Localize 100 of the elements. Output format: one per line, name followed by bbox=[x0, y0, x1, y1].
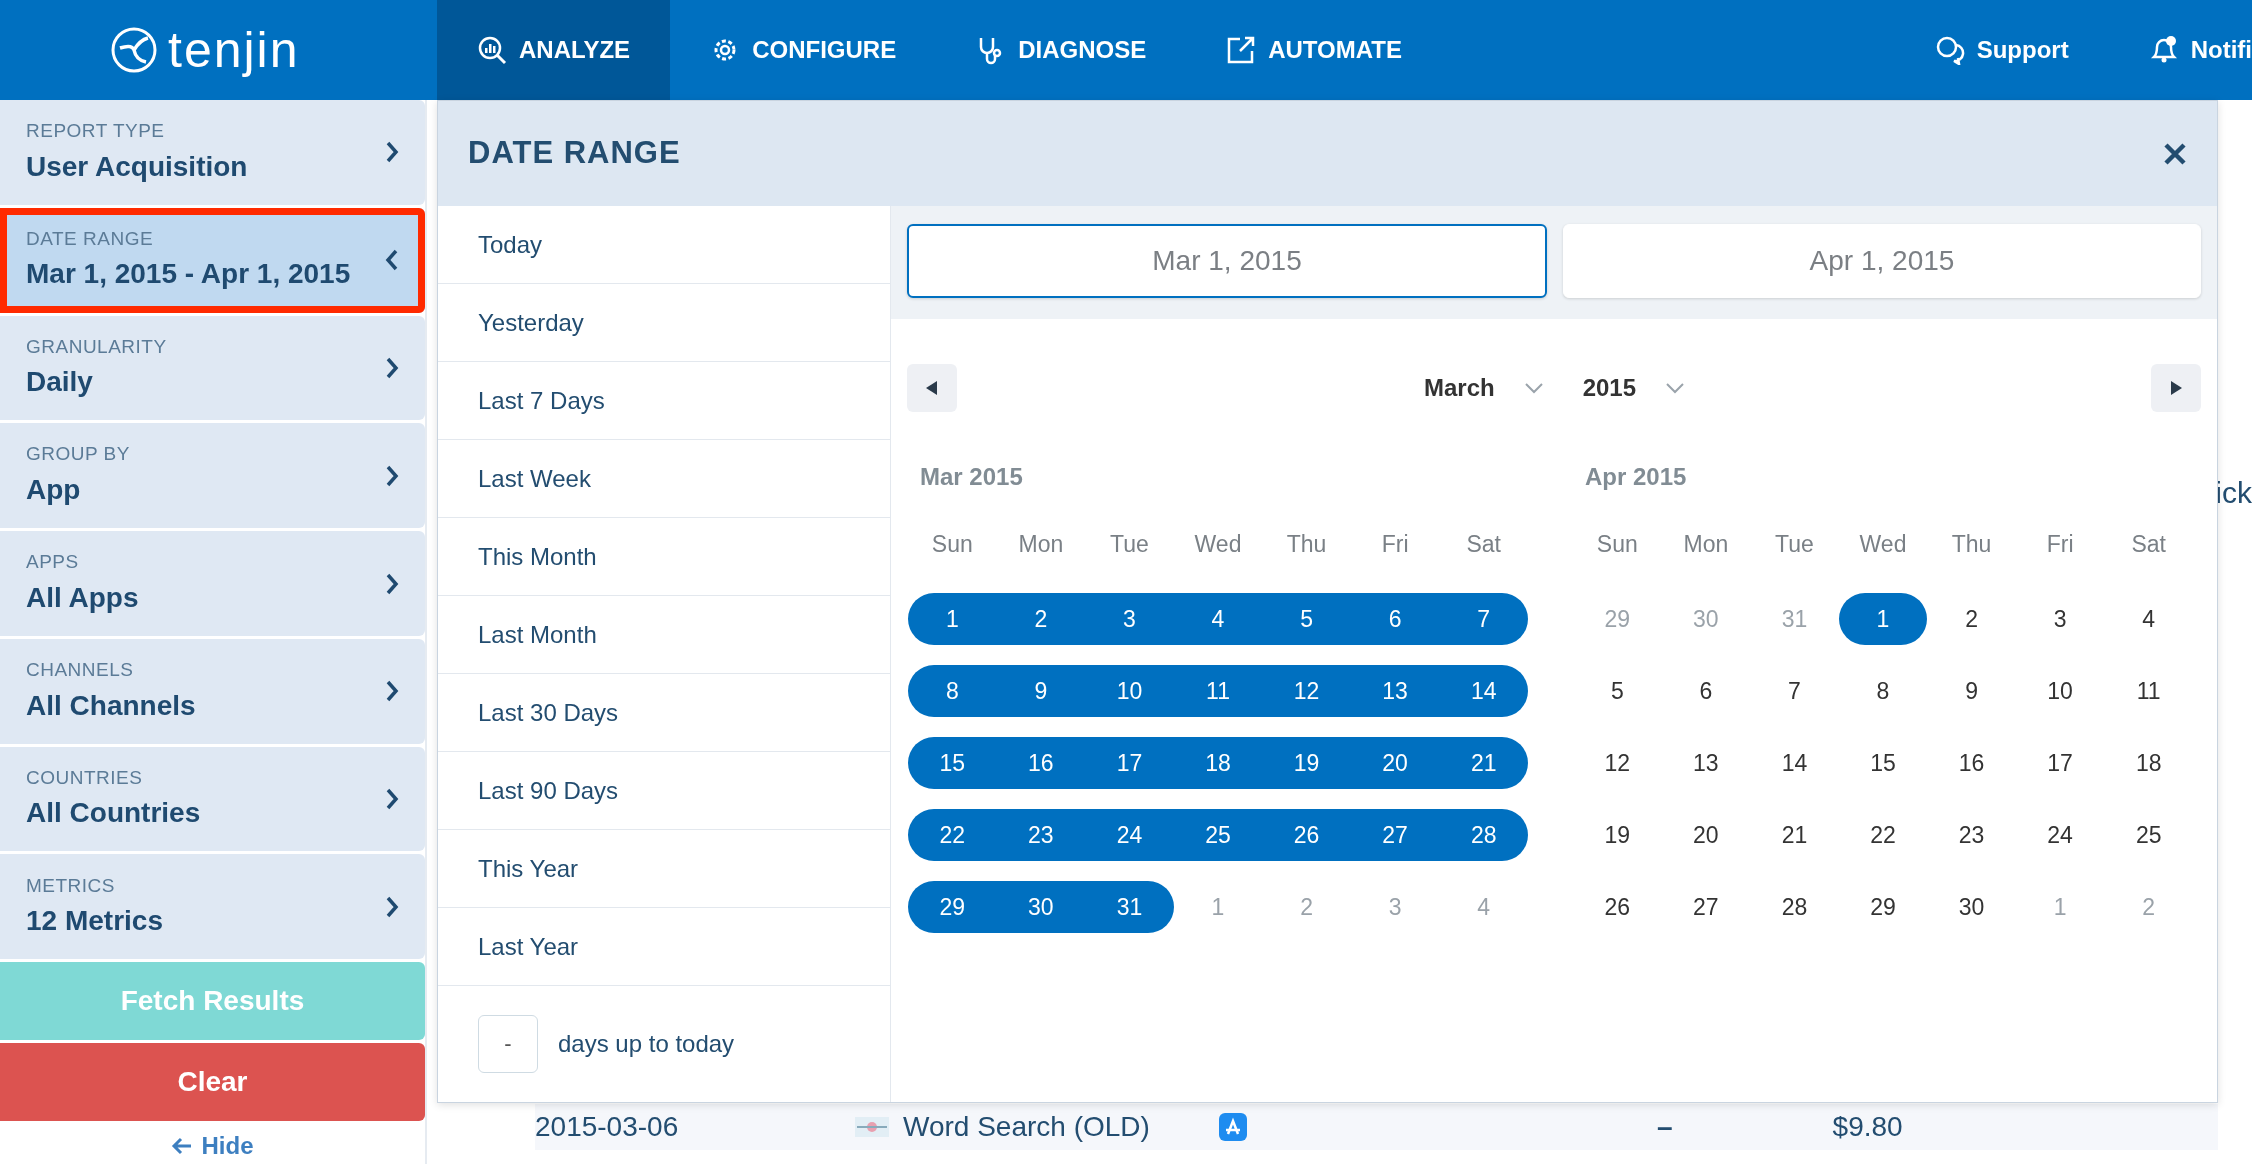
clear-button[interactable]: Clear bbox=[0, 1043, 425, 1121]
calendar-day[interactable]: 28 bbox=[1750, 881, 1839, 933]
calendar-day[interactable]: 1 bbox=[1173, 881, 1263, 933]
calendar-day[interactable]: 11 bbox=[1173, 665, 1263, 717]
calendar-day[interactable]: 24 bbox=[2015, 809, 2105, 861]
preset-option[interactable]: Last Month bbox=[438, 596, 890, 674]
calendar-day[interactable]: 9 bbox=[1927, 665, 2016, 717]
nav-tab[interactable]: ANALYZE bbox=[437, 0, 671, 100]
calendar-day[interactable]: 29 bbox=[908, 881, 997, 933]
month-select[interactable]: March bbox=[1423, 370, 1543, 406]
calendar-day[interactable]: 26 bbox=[1573, 881, 1662, 933]
calendar-day[interactable]: 3 bbox=[2015, 593, 2105, 645]
days-input[interactable]: - bbox=[478, 1014, 538, 1073]
calendar-day[interactable]: 4 bbox=[2104, 593, 2193, 645]
calendar-day[interactable]: 8 bbox=[1838, 665, 1928, 717]
calendar-day[interactable]: 14 bbox=[1750, 737, 1839, 789]
preset-option[interactable]: Yesterday bbox=[438, 284, 890, 362]
preset-option[interactable]: This Year bbox=[438, 830, 890, 908]
calendar-day[interactable]: 27 bbox=[1350, 809, 1440, 861]
calendar-day[interactable]: 15 bbox=[1838, 737, 1928, 789]
nav-tab[interactable]: DIAGNOSE bbox=[936, 0, 1187, 100]
calendar-day[interactable]: 19 bbox=[1573, 809, 1662, 861]
calendar-day[interactable]: 8 bbox=[908, 665, 997, 717]
next-month-button[interactable] bbox=[2151, 364, 2201, 412]
calendar-day[interactable]: 4 bbox=[1439, 881, 1528, 933]
calendar-day[interactable]: 3 bbox=[1085, 593, 1174, 645]
end-date-field[interactable]: Apr 1, 2015 bbox=[1563, 224, 2201, 298]
filter-item[interactable]: REPORT TYPE User Acquisition bbox=[0, 100, 425, 205]
filter-item[interactable]: DATE RANGE Mar 1, 2015 - Apr 1, 2015 bbox=[0, 207, 425, 313]
calendar-day[interactable]: 3 bbox=[1350, 881, 1440, 933]
calendar-day[interactable]: 29 bbox=[1573, 593, 1662, 645]
calendar-day[interactable]: 1 bbox=[2015, 881, 2105, 933]
calendar-day[interactable]: 17 bbox=[2015, 737, 2105, 789]
calendar-day[interactable]: 31 bbox=[1085, 881, 1174, 933]
calendar-day[interactable]: 5 bbox=[1573, 665, 1662, 717]
preset-option[interactable]: Today bbox=[438, 206, 890, 284]
calendar-day[interactable]: 23 bbox=[996, 809, 1086, 861]
preset-option[interactable]: This Month bbox=[438, 518, 890, 596]
calendar-day[interactable]: 27 bbox=[1661, 881, 1751, 933]
filter-item[interactable]: CHANNELS All Channels bbox=[0, 638, 425, 744]
calendar-day[interactable]: 18 bbox=[2104, 737, 2193, 789]
filter-item[interactable]: GROUP BY App bbox=[0, 423, 425, 529]
filter-item[interactable]: METRICS 12 Metrics bbox=[0, 854, 425, 960]
calendar-day[interactable]: 6 bbox=[1661, 665, 1751, 717]
calendar-day[interactable]: 30 bbox=[1661, 593, 1751, 645]
calendar-day[interactable]: 25 bbox=[2104, 809, 2193, 861]
calendar-day[interactable]: 15 bbox=[908, 737, 997, 789]
calendar-day[interactable]: 11 bbox=[2104, 665, 2193, 717]
calendar-day[interactable]: 6 bbox=[1350, 593, 1440, 645]
calendar-day[interactable]: 24 bbox=[1085, 809, 1174, 861]
calendar-day[interactable]: 21 bbox=[1750, 809, 1839, 861]
filter-item[interactable]: GRANULARITY Daily bbox=[0, 315, 425, 421]
calendar-day[interactable]: 22 bbox=[1838, 809, 1928, 861]
calendar-day[interactable]: 5 bbox=[1262, 593, 1351, 645]
calendar-day[interactable]: 13 bbox=[1350, 665, 1440, 717]
calendar-day[interactable]: 25 bbox=[1173, 809, 1263, 861]
calendar-day[interactable]: 18 bbox=[1173, 737, 1263, 789]
calendar-day[interactable]: 13 bbox=[1661, 737, 1751, 789]
filter-item[interactable]: APPS All Apps bbox=[0, 531, 425, 636]
calendar-day[interactable]: 19 bbox=[1262, 737, 1351, 789]
calendar-day[interactable]: 23 bbox=[1927, 809, 2016, 861]
calendar-day[interactable]: 12 bbox=[1573, 737, 1662, 789]
calendar-day[interactable]: 20 bbox=[1350, 737, 1440, 789]
calendar-day[interactable]: 28 bbox=[1439, 809, 1528, 861]
preset-option[interactable]: Last Year bbox=[438, 908, 890, 986]
previous-month-button[interactable] bbox=[907, 364, 957, 412]
filter-item[interactable]: COUNTRIES All Countries bbox=[0, 746, 425, 852]
calendar-day[interactable]: 2 bbox=[996, 593, 1086, 645]
calendar-day[interactable]: 14 bbox=[1439, 665, 1528, 717]
nav-tab[interactable]: AUTOMATE bbox=[1186, 0, 1442, 100]
start-date-field[interactable]: Mar 1, 2015 bbox=[907, 224, 1547, 298]
calendar-day[interactable]: 2 bbox=[1927, 593, 2016, 645]
calendar-day[interactable]: 10 bbox=[1085, 665, 1174, 717]
calendar-day[interactable]: 31 bbox=[1750, 593, 1839, 645]
calendar-day[interactable]: 29 bbox=[1838, 881, 1928, 933]
year-select[interactable]: 2015 bbox=[1582, 370, 1685, 406]
nav-link[interactable]: Notifi bbox=[2148, 32, 2252, 68]
calendar-day[interactable]: 1 bbox=[1838, 593, 1928, 645]
calendar-day[interactable]: 17 bbox=[1085, 737, 1174, 789]
close-button[interactable] bbox=[2163, 141, 2187, 166]
preset-option[interactable]: Last 30 Days bbox=[438, 674, 890, 752]
calendar-day[interactable]: 7 bbox=[1439, 593, 1528, 645]
calendar-day[interactable]: 2 bbox=[2104, 881, 2193, 933]
calendar-day[interactable]: 9 bbox=[996, 665, 1086, 717]
calendar-day[interactable]: 21 bbox=[1439, 737, 1528, 789]
calendar-day[interactable]: 30 bbox=[996, 881, 1086, 933]
calendar-day[interactable]: 12 bbox=[1262, 665, 1351, 717]
calendar-day[interactable]: 16 bbox=[996, 737, 1086, 789]
hide-link[interactable]: Hide bbox=[171, 1127, 254, 1164]
preset-option[interactable]: Last 7 Days bbox=[438, 362, 890, 440]
calendar-day[interactable]: 10 bbox=[2015, 665, 2105, 717]
nav-link[interactable]: Support bbox=[1934, 32, 2069, 68]
calendar-day[interactable]: 7 bbox=[1750, 665, 1839, 717]
preset-option[interactable]: Last Week bbox=[438, 440, 890, 518]
calendar-day[interactable]: 1 bbox=[908, 593, 997, 645]
calendar-day[interactable]: 20 bbox=[1661, 809, 1751, 861]
calendar-day[interactable]: 30 bbox=[1927, 881, 2016, 933]
calendar-day[interactable]: 2 bbox=[1262, 881, 1351, 933]
calendar-day[interactable]: 16 bbox=[1927, 737, 2016, 789]
calendar-day[interactable]: 26 bbox=[1262, 809, 1351, 861]
